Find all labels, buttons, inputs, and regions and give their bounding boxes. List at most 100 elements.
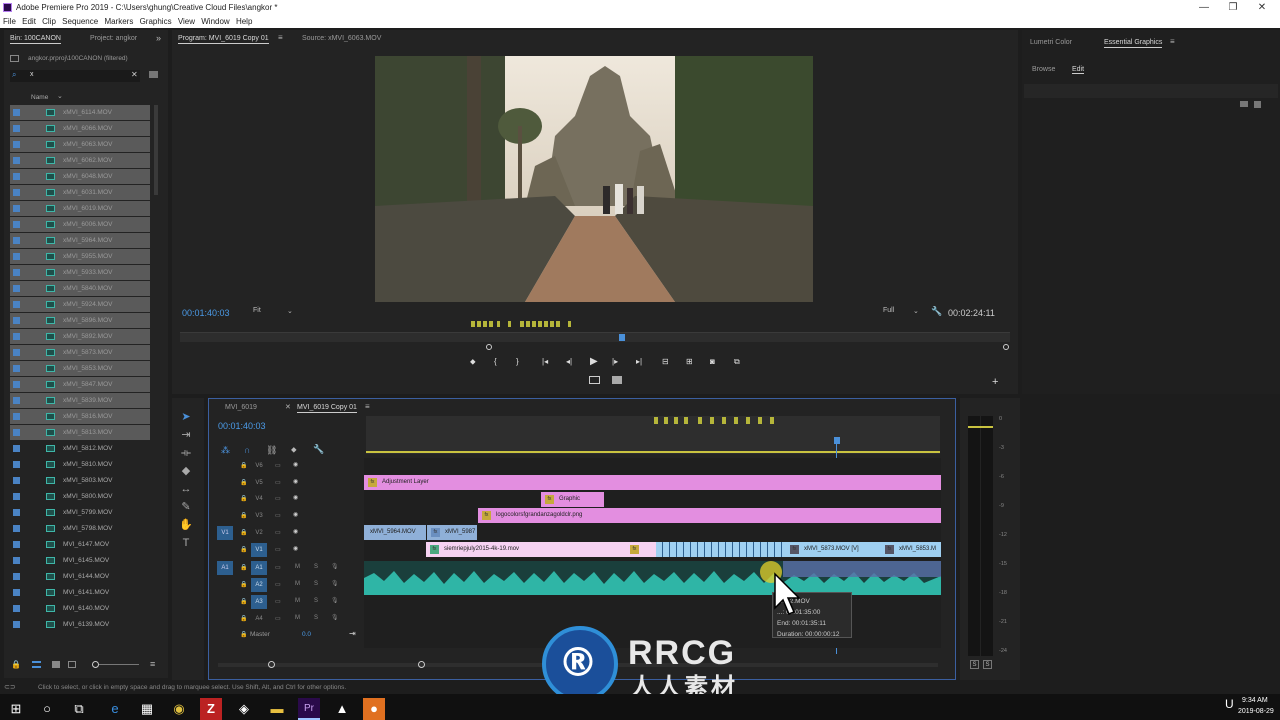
clear-search-icon[interactable]: ✕ — [131, 70, 138, 79]
mute-button[interactable]: M — [295, 598, 300, 604]
tab-menu-icon[interactable]: ≡ — [365, 402, 370, 411]
menu-help[interactable]: Help — [236, 17, 252, 26]
track-label[interactable]: V5 — [251, 476, 267, 490]
program-playhead[interactable] — [619, 334, 625, 341]
list-item[interactable]: xMVI_5816.MOV — [10, 409, 150, 424]
task-view-icon[interactable]: ⧉ — [68, 698, 90, 720]
clip-v1-5873[interactable]: fx xMVI_5873.MOV [V] — [786, 542, 881, 557]
eye-icon[interactable]: ◉ — [293, 511, 298, 518]
track-lock-icon[interactable]: 🔒 — [240, 581, 247, 588]
delete-layer-icon[interactable] — [1254, 101, 1261, 108]
track-label[interactable]: V4 — [251, 492, 267, 506]
track-header-audio[interactable]: 🔒 A3 ▭ M S 🎙 — [215, 594, 363, 610]
minimize-icon[interactable]: — — [1190, 0, 1218, 16]
track-header-video[interactable]: 🔒 V6 ▭ ◉ — [215, 458, 363, 474]
track-lock-icon[interactable]: 🔒 — [240, 495, 247, 502]
film-icon[interactable]: ▭ — [275, 546, 281, 553]
scroll-handle-left[interactable] — [268, 661, 275, 668]
list-item[interactable]: xMVI_5924.MOV — [10, 297, 150, 312]
track-header-video[interactable]: 🔒 V4 ▭ ◉ — [215, 491, 363, 507]
track-label[interactable]: V3 — [251, 509, 267, 523]
list-item[interactable]: xMVI_5853.MOV — [10, 361, 150, 376]
film-icon[interactable]: ▭ — [275, 479, 281, 486]
compare-view-icon[interactable]: ⧉ — [734, 357, 740, 367]
list-item[interactable]: xMVI_6062.MOV — [10, 153, 150, 168]
list-item[interactable]: xMVI_5839.MOV — [10, 393, 150, 408]
eye-icon[interactable]: ◉ — [293, 528, 298, 535]
filezilla-icon[interactable]: Z — [200, 698, 222, 720]
program-timecode[interactable]: 00:01:40:03 — [182, 308, 230, 318]
list-item[interactable]: xMVI_6031.MOV — [10, 185, 150, 200]
microphone-icon[interactable]: 🎙 — [331, 597, 339, 604]
solo-button[interactable]: S — [314, 598, 318, 604]
track-label[interactable]: A3 — [251, 595, 267, 609]
export-frame-icon[interactable]: ◙ — [710, 357, 715, 366]
list-item[interactable]: MVI_6147.MOV — [10, 537, 150, 552]
track-lock-icon[interactable]: 🔒 — [240, 462, 247, 469]
tab-menu-icon[interactable]: ≡ — [278, 33, 283, 42]
file-explorer-icon[interactable]: ▬ — [266, 698, 288, 720]
zoom-handle-left[interactable] — [486, 344, 492, 350]
clip-v1-5853[interactable]: fx xMVI_5853.M — [881, 542, 941, 557]
slip-tool-icon[interactable]: ↔ — [179, 482, 193, 496]
solo-button[interactable]: S — [314, 615, 318, 621]
eye-icon[interactable]: ◉ — [293, 478, 298, 485]
quality-dropdown[interactable]: Full ⌄ — [883, 307, 921, 318]
extract-icon[interactable]: ⊞ — [686, 357, 693, 366]
clip-v2-5987[interactable]: fx xMVI_5987 — [427, 525, 477, 540]
list-item[interactable]: xMVI_6114.MOV — [10, 105, 150, 120]
list-item[interactable]: xMVI_5955.MOV — [10, 249, 150, 264]
sync-lock-icon[interactable]: ▭ — [275, 581, 281, 588]
tab-lumetri-color[interactable]: Lumetri Color — [1030, 39, 1072, 46]
track-header-audio[interactable]: 🔒 A2 ▭ M S 🎙 — [215, 577, 363, 593]
track-header-audio[interactable]: 🔒 A1 ▭ M S 🎙 — [215, 560, 363, 576]
search-input[interactable]: x — [30, 71, 34, 78]
tab-source[interactable]: Source: xMVI_6063.MOV — [302, 35, 381, 42]
list-item[interactable]: MVI_6145.MOV — [10, 553, 150, 568]
go-to-end-icon[interactable]: ⇥ — [349, 629, 356, 638]
close-icon[interactable]: ✕ — [1248, 0, 1276, 16]
film-icon[interactable]: ▭ — [275, 462, 281, 469]
panel-expand-icon[interactable]: » — [156, 33, 161, 43]
microphone-icon[interactable]: 🎙 — [331, 563, 339, 570]
track-lock-icon[interactable]: 🔒 — [240, 546, 247, 553]
list-item[interactable]: xMVI_5800.MOV — [10, 489, 150, 504]
edit-tab[interactable]: Edit — [1072, 66, 1085, 74]
list-item[interactable]: xMVI_5812.MOV — [10, 441, 150, 456]
clip-v1-fx[interactable]: fx — [626, 542, 656, 557]
track-header-audio[interactable]: 🔒 A4 ▭ M S 🎙 — [215, 611, 363, 627]
timeline-settings-icon[interactable]: 🔧 — [313, 444, 324, 455]
list-item[interactable]: xMVI_5964.MOV — [10, 233, 150, 248]
selection-tool-icon[interactable]: ➤ — [179, 410, 193, 424]
list-item[interactable]: xMVI_5896.MOV — [10, 313, 150, 328]
close-tab-icon[interactable]: ✕ — [285, 403, 291, 411]
source-patch-v1[interactable]: V1 — [217, 526, 233, 540]
chrome-icon[interactable]: ◉ — [168, 698, 190, 720]
track-lock-icon[interactable]: 🔒 — [240, 512, 247, 519]
fit-dropdown[interactable]: Fit ⌄ — [253, 307, 295, 318]
scrollbar[interactable] — [154, 105, 158, 195]
eye-icon[interactable]: ◉ — [293, 545, 298, 552]
track-label[interactable]: A1 — [251, 561, 267, 575]
film-icon[interactable]: ▭ — [275, 529, 281, 536]
list-item[interactable]: xMVI_6048.MOV — [10, 169, 150, 184]
sync-lock-icon[interactable]: ▭ — [275, 615, 281, 622]
audio-clip-a2[interactable] — [783, 561, 941, 577]
track-label[interactable]: A2 — [251, 578, 267, 592]
clip-adjustment-layer[interactable]: fx Adjustment Layer — [364, 475, 941, 490]
menu-markers[interactable]: Markers — [104, 17, 133, 26]
mark-in-icon[interactable]: { — [494, 357, 497, 366]
list-item[interactable]: MVI_6139.MOV — [10, 617, 150, 632]
work-area-bar[interactable] — [366, 451, 940, 453]
step-back-icon[interactable]: ◂| — [566, 357, 572, 366]
edge-icon[interactable]: e — [104, 698, 126, 720]
mark-out-icon[interactable]: } — [516, 357, 519, 366]
app-orange-icon[interactable]: ● — [363, 698, 385, 720]
premiere-taskbar-icon[interactable]: Pr — [298, 698, 320, 720]
list-item[interactable]: xMVI_5847.MOV — [10, 377, 150, 392]
tab-program[interactable]: Program: MVI_6019 Copy 01 — [178, 35, 269, 44]
timeline-playhead[interactable] — [834, 437, 840, 444]
film-icon[interactable]: ▭ — [275, 495, 281, 502]
menu-sequence[interactable]: Sequence — [62, 17, 98, 26]
track-label[interactable]: V1 — [251, 542, 267, 557]
